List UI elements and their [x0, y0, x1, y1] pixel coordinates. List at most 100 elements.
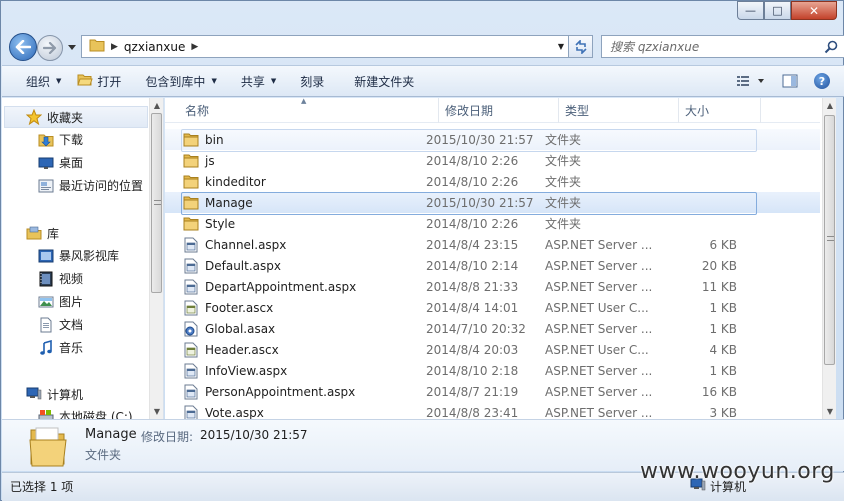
ascx-file-icon [183, 300, 199, 316]
file-name-cell: Global.asax [165, 321, 425, 337]
back-button[interactable] [9, 33, 37, 61]
file-row[interactable]: Manage 2015/10/30 21:57 文件夹 [165, 192, 820, 215]
file-row[interactable]: Style 2014/8/10 2:26 文件夹 [165, 213, 820, 234]
back-arrow-icon [15, 40, 31, 54]
scrollbar-thumb[interactable] [151, 113, 162, 293]
libraries-header[interactable]: 库 [2, 222, 150, 244]
search-input[interactable] [610, 39, 820, 54]
file-size: 1 KB [709, 363, 737, 378]
address-bar[interactable]: ▶ qzxianxue ▶ ▼ [81, 35, 569, 58]
minimize-button[interactable]: — [737, 1, 764, 20]
file-name: Style [205, 216, 236, 231]
column-headers: 名称 ▲ 修改日期 类型 大小 [165, 98, 820, 123]
open-button[interactable]: 打开 [69, 69, 129, 93]
selection-count: 已选择 1 项 [10, 480, 74, 494]
preview-pane-button[interactable] [778, 70, 802, 92]
sidebar-item-documents[interactable]: 文档 [2, 313, 150, 336]
file-size: 1 KB [709, 300, 737, 315]
details-item-type: 文件夹 [85, 448, 122, 462]
scroll-up-arrow-icon[interactable]: ▲ [150, 98, 163, 113]
file-date: 2014/7/10 20:32 [426, 321, 526, 336]
file-row[interactable]: bin 2015/10/30 21:57 文件夹 [165, 129, 820, 152]
sidebar-item-video-library[interactable]: 暴风影视库 [2, 244, 150, 267]
column-size-label: 大小 [685, 104, 710, 118]
refresh-button[interactable] [569, 35, 593, 58]
file-date: 2014/8/8 23:41 [426, 405, 519, 420]
column-name[interactable]: 名称 ▲ [165, 98, 439, 123]
address-history-dropdown[interactable]: ▼ [558, 42, 564, 51]
sidebar-item-local-disk-c[interactable]: 本地磁盘 (C:) [2, 405, 150, 419]
computer-header[interactable]: 计算机 [2, 383, 150, 405]
file-list-scrollbar[interactable]: ▲ ▼ [822, 98, 836, 419]
column-type[interactable]: 类型 [559, 98, 679, 123]
sidebar-item-downloads[interactable]: 下载 [2, 128, 150, 151]
sidebar-item-pictures[interactable]: 图片 [2, 290, 150, 313]
file-rows: bin 2015/10/30 21:57 文件夹 js 2014/8/10 2:26 文件… [165, 129, 820, 419]
file-row[interactable]: Header.ascx 2014/8/4 20:03 ASP.NET User C.… [165, 339, 820, 360]
desktop-icon [38, 155, 54, 171]
file-row[interactable]: Channel.aspx 2014/8/4 23:15 ASP.NET Server… [165, 234, 820, 255]
recent-pages-dropdown[interactable] [67, 40, 77, 54]
file-name: Vote.aspx [205, 405, 264, 420]
file-row[interactable]: Vote.aspx 2014/8/8 23:41 ASP.NET Server ..… [165, 402, 820, 419]
file-row[interactable]: Global.asax 2014/7/10 20:32 ASP.NET Server… [165, 318, 820, 339]
favorites-header[interactable]: 收藏夹 [4, 106, 148, 128]
maximize-icon: □ [772, 4, 783, 17]
file-size: 1 KB [709, 321, 737, 336]
sidebar-item-recent-places[interactable]: 最近访问的位置 [2, 174, 150, 197]
sort-ascending-icon: ▲ [301, 98, 307, 105]
aspx-file-icon [183, 279, 199, 295]
file-row[interactable]: js 2014/8/10 2:26 文件夹 [165, 150, 820, 171]
file-type: 文件夹 [545, 133, 582, 147]
column-size[interactable]: 大小 [679, 98, 761, 123]
column-name-label: 名称 [185, 104, 210, 118]
close-button[interactable]: ✕ [791, 1, 837, 20]
sidebar-item-videos[interactable]: 视频 [2, 267, 150, 290]
burn-button[interactable]: 刻录 [292, 69, 332, 93]
watermark-text: www.wooyun.org [640, 459, 835, 484]
forward-button[interactable] [37, 35, 63, 61]
breadcrumb-current[interactable]: qzxianxue [124, 40, 185, 54]
search-box[interactable] [601, 35, 844, 58]
share-menu[interactable]: 共享 ▼ [233, 69, 284, 93]
file-row[interactable]: Footer.ascx 2014/8/4 14:01 ASP.NET User C.… [165, 297, 820, 318]
search-icon[interactable] [824, 40, 838, 57]
burn-label: 刻录 [300, 74, 325, 89]
change-view-button[interactable] [732, 70, 770, 92]
scroll-down-arrow-icon[interactable]: ▼ [150, 404, 163, 419]
sidebar-item-desktop[interactable]: 桌面 [2, 151, 150, 174]
file-name: Manage [205, 195, 253, 210]
file-name: Footer.ascx [205, 300, 274, 315]
file-row[interactable]: InfoView.aspx 2014/8/10 2:18 ASP.NET Serve… [165, 360, 820, 381]
details-date-label: 修改日期: [141, 430, 194, 444]
file-row[interactable]: Default.aspx 2014/8/10 2:14 ASP.NET Server… [165, 255, 820, 276]
organize-menu[interactable]: 组织 ▼ [18, 69, 69, 93]
folder-icon [183, 216, 199, 232]
sidebar-item-label: 最近访问的位置 [59, 179, 144, 193]
share-label: 共享 [240, 74, 265, 89]
navpane-scrollbar[interactable]: ▲ ▼ [149, 98, 163, 419]
scroll-down-arrow-icon[interactable]: ▼ [823, 404, 836, 419]
column-date[interactable]: 修改日期 [439, 98, 559, 123]
breadcrumb-separator-icon[interactable]: ▶ [111, 42, 118, 52]
scrollbar-thumb[interactable] [824, 115, 835, 365]
scroll-up-arrow-icon[interactable]: ▲ [823, 98, 836, 113]
help-button[interactable]: ? [810, 70, 834, 92]
file-row[interactable]: PersonAppointment.aspx 2014/8/7 21:19 ASP.… [165, 381, 820, 402]
file-size: 6 KB [709, 237, 737, 252]
sidebar-item-label: 文档 [59, 318, 84, 332]
breadcrumb-separator-icon[interactable]: ▶ [191, 42, 198, 52]
file-name-cell: Header.ascx [165, 342, 425, 358]
sidebar-item-music[interactable]: 音乐 [2, 336, 150, 359]
file-row[interactable]: kindeditor 2014/8/10 2:26 文件夹 [165, 171, 820, 192]
open-folder-icon [77, 73, 94, 90]
file-row[interactable]: DepartAppointment.aspx 2014/8/8 21:33 ASP.… [165, 276, 820, 297]
new-folder-button[interactable]: 新建文件夹 [346, 69, 422, 93]
maximize-button[interactable]: □ [764, 1, 791, 20]
file-date: 2014/8/10 2:14 [426, 258, 519, 273]
sidebar-item-label: 本地磁盘 (C:) [59, 410, 133, 419]
file-date: 2014/8/10 2:26 [426, 153, 519, 168]
computer-group: 计算机 本地磁盘 (C:) [2, 383, 150, 419]
include-in-library-menu[interactable]: 包含到库中 ▼ [137, 69, 224, 93]
file-date: 2014/8/10 2:18 [426, 363, 519, 378]
